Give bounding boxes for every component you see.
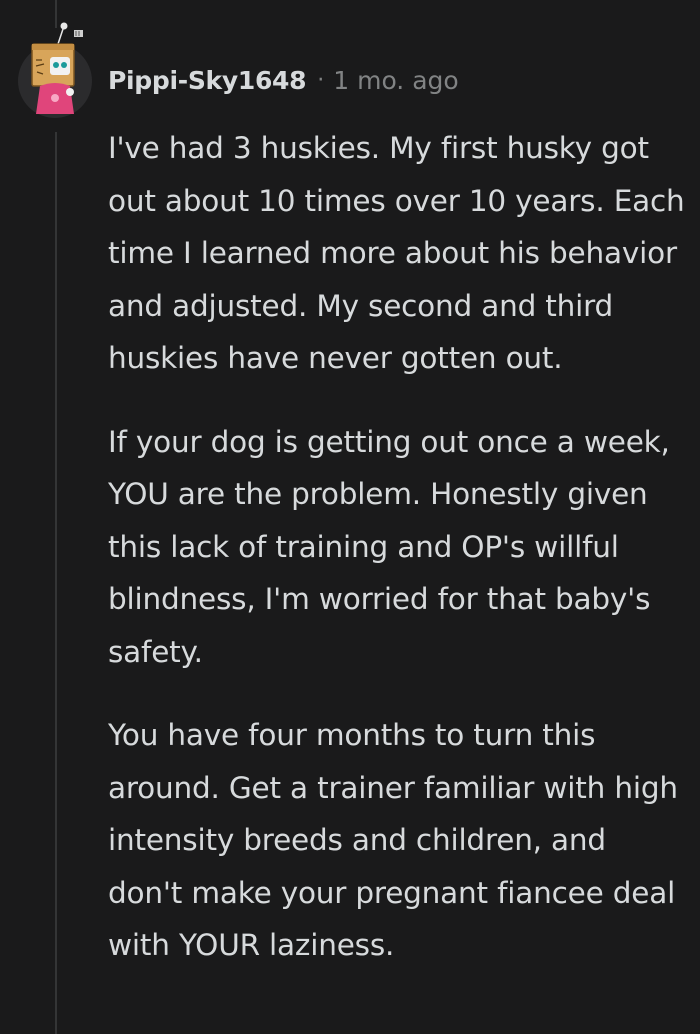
avatar[interactable] [18, 22, 92, 118]
meta-separator: · [317, 67, 325, 93]
comment-paragraph: If your dog is getting out once a week, … [108, 424, 670, 669]
snoo-box-head-avatar-icon [31, 22, 83, 114]
comment-timestamp[interactable]: 1 mo. ago [333, 66, 458, 95]
author-username[interactable]: Pippi-Sky1648 [108, 66, 307, 95]
comment-body: I've had 3 huskies. My first husky got o… [108, 122, 688, 972]
comment-paragraph: You have four months to turn this around… [108, 718, 678, 962]
thread-line-collapse[interactable] [55, 132, 57, 1034]
comment-meta: Pippi-Sky1648 · 1 mo. ago [108, 60, 459, 100]
comment-paragraph: I've had 3 huskies. My first husky got o… [108, 131, 685, 375]
